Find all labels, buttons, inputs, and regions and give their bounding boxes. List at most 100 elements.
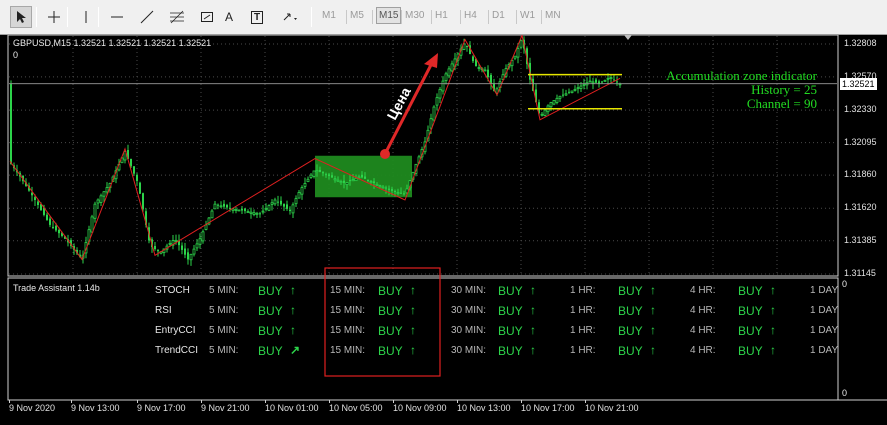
candle-body-bull	[375, 183, 379, 186]
crosshair-tool-button[interactable]	[43, 6, 65, 28]
rectangle-tool-button[interactable]	[196, 6, 218, 28]
candle-body-bear	[394, 191, 396, 193]
timeframe-m30[interactable]: M30	[405, 10, 424, 21]
candle-body-bull	[540, 113, 544, 116]
timeframe-separator	[346, 10, 347, 24]
candle-body-bull	[354, 177, 358, 182]
candle-body-bull	[204, 224, 208, 230]
indicator-row-label: TrendCCI	[155, 345, 198, 356]
timeframe-w1[interactable]: W1	[520, 10, 535, 21]
candle-body-bull	[261, 210, 265, 213]
shift-marker	[624, 35, 632, 40]
candle-body-bear	[55, 225, 57, 231]
price-arrow-dot	[380, 149, 390, 159]
candle-body-bear	[187, 252, 189, 260]
candle-body-bull	[429, 118, 433, 129]
timeframe-m15[interactable]: M15	[376, 7, 402, 24]
signal-label: BUY	[498, 344, 523, 358]
time-axis-label: 9 Nov 13:00	[71, 403, 120, 413]
timeframe-m5[interactable]: M5	[350, 10, 364, 21]
time-axis-label: 9 Nov 17:00	[137, 403, 186, 413]
toolbar-separator	[67, 7, 68, 27]
horizontal-line-icon	[110, 10, 124, 24]
arrow-up-icon: ↑	[290, 323, 296, 337]
candle-body-bear	[400, 192, 402, 194]
candle-body-bull	[198, 238, 202, 245]
arrow-up-icon: ↑	[290, 283, 296, 297]
rectangle-icon	[200, 10, 214, 24]
arrow-up-icon: ↑	[530, 343, 536, 357]
candle-body-bear	[472, 56, 474, 62]
cursor-tool-button[interactable]	[10, 6, 32, 28]
arrow-up-icon: ↑	[410, 323, 416, 337]
vertical-line-tool-button[interactable]	[75, 6, 97, 28]
trendline-tool-button[interactable]	[136, 6, 158, 28]
timeframe-label: 1 HR:	[570, 325, 596, 336]
arrow-up-icon: ↑	[530, 303, 536, 317]
time-axis-tick	[521, 400, 522, 403]
price-axis-label: 1.32330	[844, 104, 877, 115]
candle-body-bear	[34, 197, 36, 201]
signal-label: BUY	[738, 284, 763, 298]
time-axis-tick	[265, 400, 266, 403]
candle-body-bear	[130, 158, 132, 167]
time-axis-label: 10 Nov 09:00	[393, 403, 447, 413]
candle-body-bull	[300, 187, 304, 195]
time-axis-tick	[9, 400, 10, 403]
candle-body-bear	[139, 182, 141, 194]
arrows-dropdown-icon	[282, 10, 300, 24]
timeframe-label: 4 HR:	[690, 325, 716, 336]
subwindow-bottom-value: 0	[842, 388, 848, 398]
candle-body-bear	[289, 209, 291, 212]
arrows-tool-button[interactable]	[280, 6, 302, 28]
candle-body-bull	[210, 210, 214, 219]
timeframe-mn[interactable]: MN	[545, 10, 561, 21]
candle-body-bull	[192, 248, 196, 255]
fibonacci-tool-button[interactable]	[166, 6, 188, 28]
signal-label: BUY	[258, 324, 283, 338]
candle-body-bear	[136, 174, 138, 181]
arrow-up-icon: ↑	[650, 323, 656, 337]
timeframe-label: 1 DAY	[810, 305, 839, 316]
candle-body-bull	[315, 170, 319, 173]
signal-label: BUY	[498, 284, 523, 298]
fibonacci-icon	[169, 10, 185, 24]
candle-body-bull	[309, 174, 313, 178]
candle-body-bear	[133, 166, 135, 174]
candle-body-bull	[582, 83, 586, 86]
candle-body-bull	[297, 192, 301, 199]
candle-body-bull	[435, 97, 439, 106]
timeframe-separator	[401, 10, 402, 24]
timeframe-d1[interactable]: D1	[492, 10, 505, 21]
chart-window[interactable]: Цена GBPUSD,M15 1.32521 1.32521 1.32521 …	[0, 35, 887, 425]
candle-body-bull	[93, 203, 97, 219]
text-label-tool-button[interactable]: T	[246, 6, 268, 28]
candle-body-bear	[373, 181, 375, 183]
candle-body-bear	[142, 193, 144, 210]
candle-body-bear	[277, 201, 279, 203]
candle-body-bear	[322, 172, 324, 174]
candle-body-bear	[364, 176, 366, 179]
arrow-up-icon: ↑	[770, 343, 776, 357]
indicator-row-label: STOCH	[155, 285, 190, 296]
candle-body-bull	[570, 90, 574, 94]
timeframe-h1[interactable]: H1	[435, 10, 448, 21]
time-axis-label: 10 Nov 17:00	[521, 403, 575, 413]
candle-body-bull	[483, 69, 487, 72]
signal-label: BUY	[738, 324, 763, 338]
text-tool-button[interactable]: A	[218, 6, 240, 28]
timeframe-h4[interactable]: H4	[464, 10, 477, 21]
timeframe-separator	[516, 10, 517, 24]
candle-body-bull	[351, 179, 355, 182]
arrow-up-icon: ↑	[650, 283, 656, 297]
indicator-row-label: EntryCCI	[155, 325, 196, 336]
candle-body-bear	[49, 218, 51, 225]
timeframe-m1[interactable]: M1	[322, 10, 336, 21]
candle-body-bull	[609, 77, 613, 80]
candle-body-bull	[450, 63, 454, 72]
candle-body-bear	[31, 192, 33, 196]
price-axis-label: 1.31385	[844, 234, 877, 245]
time-axis-label: 10 Nov 05:00	[329, 403, 383, 413]
horizontal-line-tool-button[interactable]	[106, 6, 128, 28]
candle-body-bull	[357, 176, 361, 179]
